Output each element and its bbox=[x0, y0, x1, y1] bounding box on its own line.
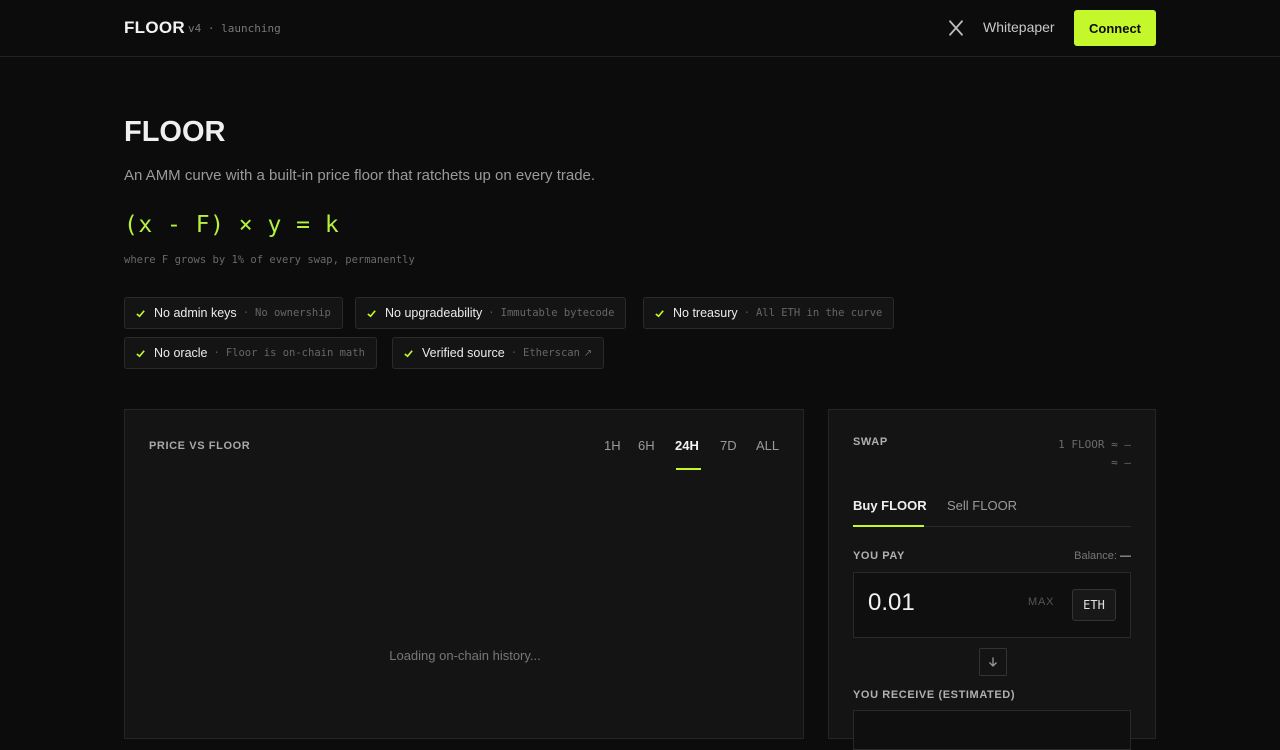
badge-separator: · bbox=[242, 307, 250, 319]
badge-separator: · bbox=[213, 347, 220, 359]
check-icon bbox=[136, 309, 145, 317]
badge-sub: No ownership bbox=[255, 307, 331, 319]
badge-sub: All ETH in the curve bbox=[755, 307, 883, 319]
badge-separator: · bbox=[488, 307, 495, 319]
connect-wallet-button[interactable]: Connect bbox=[1074, 10, 1156, 46]
top-nav: FLOOR v4 · launching Whitepaper Connect bbox=[0, 0, 1280, 57]
page-subtitle: An AMM curve with a built-in price floor… bbox=[124, 167, 596, 184]
page-title: FLOOR bbox=[124, 116, 226, 148]
whitepaper-link[interactable]: Whitepaper bbox=[983, 19, 1055, 35]
range-tab-6h[interactable]: 6H bbox=[638, 438, 655, 453]
tab-buy-floor[interactable]: Buy FLOOR bbox=[853, 498, 927, 513]
rate-line-1: 1 FLOOR ≈ — bbox=[1058, 438, 1131, 451]
swap-rate: 1 FLOOR ≈ — ≈ — bbox=[1058, 436, 1131, 472]
badge-verified-source[interactable]: Verified source · Etherscan ↗ bbox=[392, 337, 605, 369]
x-logo-icon[interactable] bbox=[947, 19, 965, 37]
tab-sell-floor[interactable]: Sell FLOOR bbox=[947, 498, 1017, 513]
range-tab-1h[interactable]: 1H bbox=[604, 438, 621, 453]
check-icon bbox=[655, 309, 664, 317]
receive-output-box bbox=[853, 710, 1131, 750]
swap-panel: SWAP 1 FLOOR ≈ — ≈ — Buy FLOOR Sell FLOO… bbox=[828, 409, 1156, 750]
balance-display: Balance: — bbox=[1074, 550, 1131, 562]
pay-input-box: MAX ETH bbox=[853, 572, 1131, 638]
swap-title: SWAP bbox=[853, 436, 888, 448]
external-link-icon: ↗ bbox=[583, 347, 593, 359]
badge-label: No admin keys bbox=[154, 306, 237, 320]
badge-no-oracle: No oracle · Floor is on-chain math bbox=[124, 337, 377, 369]
active-tab-indicator bbox=[853, 525, 924, 527]
chart-loading-text: Loading on-chain history... bbox=[389, 648, 541, 663]
badge-no-treasury: No treasury · All ETH in the curve bbox=[643, 297, 895, 329]
range-tab-24h[interactable]: 24H bbox=[675, 438, 699, 453]
curve-formula: (x - F) × y = k bbox=[124, 212, 340, 238]
range-tab-all[interactable]: ALL bbox=[756, 438, 779, 453]
active-range-indicator bbox=[676, 468, 701, 470]
you-pay-label: YOU PAY bbox=[853, 550, 905, 562]
chart-title: PRICE VS FLOOR bbox=[149, 440, 251, 452]
pay-amount-input[interactable] bbox=[868, 589, 1008, 617]
you-receive-label: YOU RECEIVE (ESTIMATED) bbox=[853, 689, 1016, 701]
check-icon bbox=[404, 349, 413, 357]
badge-label: Verified source bbox=[422, 346, 505, 360]
etherscan-link[interactable]: Etherscan bbox=[523, 347, 580, 359]
flip-direction-button[interactable] bbox=[979, 648, 1007, 676]
balance-label: Balance: bbox=[1074, 550, 1117, 562]
check-icon bbox=[136, 349, 145, 357]
badge-sub: Immutable bytecode bbox=[500, 307, 615, 319]
formula-note: where F grows by 1% of every swap, perma… bbox=[124, 254, 415, 266]
badge-separator: · bbox=[743, 307, 750, 319]
version-status: v4 · launching bbox=[188, 22, 281, 35]
arrow-down-icon bbox=[989, 657, 997, 667]
brand-logo-text[interactable]: FLOOR bbox=[124, 18, 185, 38]
badge-no-upgradeability: No upgradeability · Immutable bytecode bbox=[355, 297, 627, 329]
pay-token-selector[interactable]: ETH bbox=[1072, 589, 1116, 621]
max-button[interactable]: MAX bbox=[1028, 596, 1054, 608]
badge-separator: · bbox=[510, 347, 518, 359]
badge-sub: Floor is on-chain math bbox=[225, 347, 365, 359]
range-tab-7d[interactable]: 7D bbox=[720, 438, 737, 453]
badge-label: No treasury bbox=[673, 306, 738, 320]
check-icon bbox=[367, 309, 376, 317]
balance-value: — bbox=[1120, 550, 1131, 562]
price-chart-panel: PRICE VS FLOOR 1H 6H 24H 7D ALL Loading … bbox=[124, 409, 804, 739]
badge-no-admin-keys: No admin keys · No ownership bbox=[124, 297, 343, 329]
badge-label: No upgradeability bbox=[385, 306, 483, 320]
badge-label: No oracle bbox=[154, 346, 208, 360]
rate-line-2: ≈ — bbox=[1111, 456, 1131, 469]
